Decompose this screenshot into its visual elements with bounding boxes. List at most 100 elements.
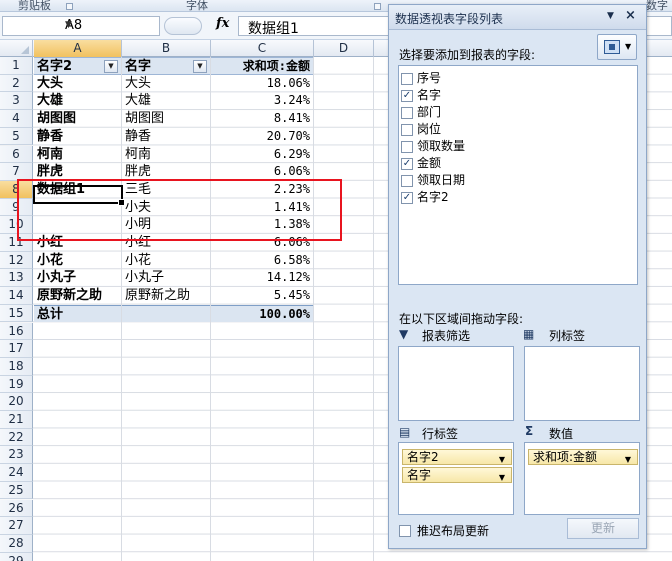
column-header-b[interactable]: B <box>122 40 211 57</box>
font-launcher-icon[interactable] <box>374 3 381 10</box>
row-header[interactable]: 24 <box>0 464 33 482</box>
cell-sum-amount[interactable]: 6.06% <box>211 234 313 252</box>
cell-sum-amount[interactable]: 1.38% <box>211 216 313 234</box>
filter-drop-area[interactable] <box>398 346 514 421</box>
cell-sum-amount[interactable]: 1.41% <box>211 199 313 217</box>
cell-row-label-name2[interactable]: 总计 <box>34 304 121 323</box>
row-header[interactable]: 4 <box>0 110 33 128</box>
row-header[interactable]: 12 <box>0 251 33 270</box>
cell-row-label-name[interactable]: 小红 <box>122 234 210 252</box>
cell-row-label-name[interactable]: 胖虎 <box>122 163 210 181</box>
row-header[interactable]: 27 <box>0 517 33 535</box>
row-header[interactable]: 9 <box>0 198 33 217</box>
cell-row-label-name[interactable]: 柯南 <box>122 146 210 164</box>
row-header[interactable]: 1 <box>0 57 33 75</box>
cell-sum-amount[interactable]: 8.41% <box>211 110 313 128</box>
cell-row-label-name[interactable]: 小花 <box>122 252 210 270</box>
cell-row-label-name2[interactable]: 柯南 <box>34 146 121 164</box>
cell-row-label-name2[interactable] <box>34 199 121 217</box>
row-header[interactable]: 18 <box>0 357 33 376</box>
cell-row-label-name[interactable]: 小丸子 <box>122 269 210 287</box>
row-header[interactable]: 25 <box>0 481 33 500</box>
cell-row-label-name2[interactable] <box>34 216 121 234</box>
cell-sum-amount[interactable]: 20.70% <box>211 128 313 146</box>
row-field-chip[interactable]: 名字2 ▼ <box>402 449 512 465</box>
cell-sum-amount[interactable]: 6.06% <box>211 163 313 181</box>
row-header[interactable]: 14 <box>0 287 33 305</box>
chevron-down-icon[interactable]: ▼ <box>65 20 155 30</box>
cell-row-label-name[interactable]: 大头 <box>122 75 210 93</box>
field-checkbox[interactable] <box>401 175 413 187</box>
row-header[interactable]: 20 <box>0 393 33 411</box>
field-checkbox[interactable] <box>401 73 413 85</box>
cell-row-label-name2[interactable]: 静香 <box>34 128 121 146</box>
row-header[interactable]: 28 <box>0 534 33 553</box>
cell-row-label-name[interactable] <box>122 304 210 323</box>
row-header[interactable]: 2 <box>0 74 33 93</box>
defer-layout-checkbox[interactable] <box>399 525 411 537</box>
close-icon[interactable]: × <box>625 8 636 23</box>
row-field-chip[interactable]: 名字 ▼ <box>402 467 512 483</box>
column-header-d[interactable]: D <box>314 40 374 57</box>
cell-row-label-name2[interactable]: 胖虎 <box>34 163 121 181</box>
cell-row-label-name[interactable]: 胡图图 <box>122 110 210 128</box>
cell-row-label-name[interactable]: 小夫 <box>122 199 210 217</box>
cell-row-label-name2[interactable]: 小丸子 <box>34 269 121 287</box>
cell-row-label-name[interactable]: 小明 <box>122 216 210 234</box>
field-checkbox[interactable]: ✓ <box>401 90 413 102</box>
cell-row-label-name2[interactable]: 大头 <box>34 75 121 93</box>
row-header[interactable]: 19 <box>0 375 33 394</box>
row-header[interactable]: 15 <box>0 304 33 323</box>
column-header-c[interactable]: C <box>211 40 314 57</box>
cell-sum-amount[interactable]: 6.58% <box>211 252 313 270</box>
cell-sum-amount[interactable]: 100.00% <box>211 304 313 323</box>
row-header[interactable]: 3 <box>0 92 33 111</box>
columns-drop-area[interactable] <box>524 346 640 421</box>
cell-row-label-name2[interactable]: 数据组1 <box>34 181 121 199</box>
row-header[interactable]: 6 <box>0 145 33 164</box>
value-field-chip[interactable]: 求和项:金额 ▼ <box>528 449 638 465</box>
cell-row-label-name[interactable]: 大雄 <box>122 92 210 110</box>
row-header[interactable]: 16 <box>0 322 33 341</box>
field-checkbox[interactable] <box>401 107 413 119</box>
pane-title-bar[interactable]: 数据透视表字段列表 ▼ × <box>389 5 646 30</box>
clipboard-launcher-icon[interactable] <box>66 3 73 10</box>
cell-sum-amount[interactable]: 18.06% <box>211 75 313 93</box>
column-header-a[interactable]: A <box>34 40 122 57</box>
cell-sum-amount[interactable]: 2.23% <box>211 181 313 199</box>
row-header[interactable]: 7 <box>0 163 33 181</box>
row-header[interactable]: 23 <box>0 446 33 465</box>
field-checkbox[interactable]: ✓ <box>401 158 413 170</box>
pane-menu-chevron-icon[interactable]: ▼ <box>607 11 614 21</box>
cell-sum-amount[interactable]: 求和项:金额 <box>211 57 313 75</box>
defer-layout-update[interactable]: 推迟布局更新 <box>399 522 489 539</box>
row-header[interactable]: 22 <box>0 428 33 447</box>
cell-row-label-name2[interactable]: 原野新之助 <box>34 287 121 305</box>
rows-drop-area[interactable]: 名字2 ▼ 名字 ▼ <box>398 442 514 515</box>
row-header[interactable]: 10 <box>0 216 33 234</box>
chevron-down-icon[interactable]: ▼ <box>625 453 631 467</box>
field-checkbox[interactable] <box>401 124 413 136</box>
name-box[interactable]: A8 ▼ <box>2 16 160 36</box>
chevron-down-icon[interactable]: ▼ <box>499 471 505 485</box>
name2-filter-dropdown-icon[interactable]: ▼ <box>104 60 118 73</box>
chevron-down-icon[interactable]: ▼ <box>499 453 505 467</box>
row-header[interactable]: 26 <box>0 499 33 518</box>
formula-bar-resize-handle[interactable] <box>164 17 202 35</box>
name-filter-dropdown-icon[interactable]: ▼ <box>193 60 207 73</box>
cell-row-label-name[interactable]: 静香 <box>122 128 210 146</box>
cell-sum-amount[interactable]: 14.12% <box>211 269 313 287</box>
row-header[interactable]: 8 <box>0 180 33 199</box>
update-button[interactable]: 更新 <box>567 518 639 539</box>
field-checkbox[interactable] <box>401 141 413 153</box>
field-layout-button[interactable]: ▼ <box>597 34 637 60</box>
cell-row-label-name[interactable]: 三毛 <box>122 181 210 199</box>
field-checkbox[interactable]: ✓ <box>401 192 413 204</box>
cell-sum-amount[interactable]: 5.45% <box>211 287 313 305</box>
cell-row-label-name2[interactable]: 小红 <box>34 234 121 252</box>
cell-row-label-name2[interactable]: 胡图图 <box>34 110 121 128</box>
row-header[interactable]: 17 <box>0 340 33 358</box>
cell-row-label-name2[interactable]: 小花 <box>34 252 121 270</box>
row-header[interactable]: 21 <box>0 411 33 429</box>
row-header[interactable]: 11 <box>0 234 33 252</box>
